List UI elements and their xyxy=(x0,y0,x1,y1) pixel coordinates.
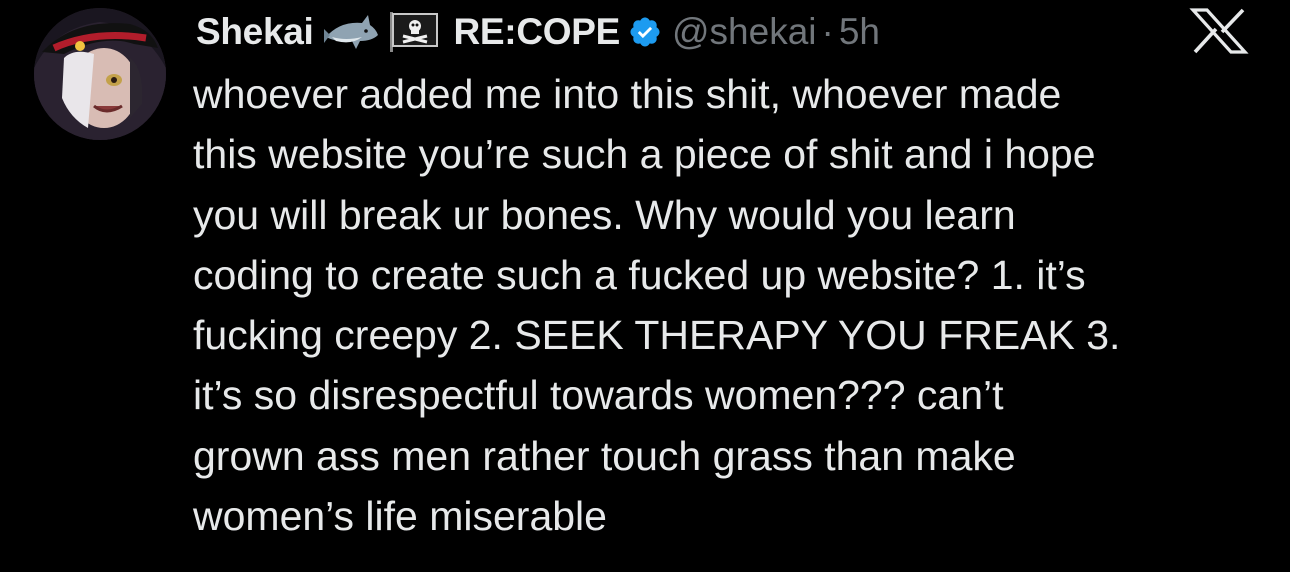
tweet-text-line: women’s life miserable xyxy=(193,493,607,540)
x-logo-icon[interactable] xyxy=(1180,6,1258,56)
tweet-header: Shekai RE:COPE @shekai · 5h xyxy=(196,4,880,60)
author-handle[interactable]: @shekai xyxy=(672,11,817,53)
tweet-text-line: this website you’re such a piece of shit… xyxy=(193,131,1096,178)
tweet-text-line: fucking creepy 2. SEEK THERAPY YOU FREAK… xyxy=(193,312,1121,359)
tweet-text-line: it’s so disrespectful towards women??? c… xyxy=(193,372,1004,419)
tweet-timestamp[interactable]: 5h xyxy=(839,11,880,53)
pirate-flag-icon xyxy=(388,10,440,54)
avatar-image xyxy=(34,8,166,140)
tweet-text-line: you will break ur bones. Why would you l… xyxy=(193,191,1016,238)
display-name[interactable]: Shekai xyxy=(196,11,314,53)
tweet-text-line: whoever added me into this shit, whoever… xyxy=(193,71,1062,117)
avatar[interactable] xyxy=(34,8,166,140)
tweet-text: whoever added me into this shit, whoever… xyxy=(193,64,1273,546)
shark-icon xyxy=(322,11,380,53)
tweet-text-line: coding to create such a fucked up websit… xyxy=(193,251,1086,298)
tweet-text-line: grown ass men rather touch grass than ma… xyxy=(193,432,1016,479)
separator-dot: · xyxy=(821,11,834,52)
verified-badge-icon xyxy=(628,15,662,49)
display-name-suffix[interactable]: RE:COPE xyxy=(454,11,621,53)
